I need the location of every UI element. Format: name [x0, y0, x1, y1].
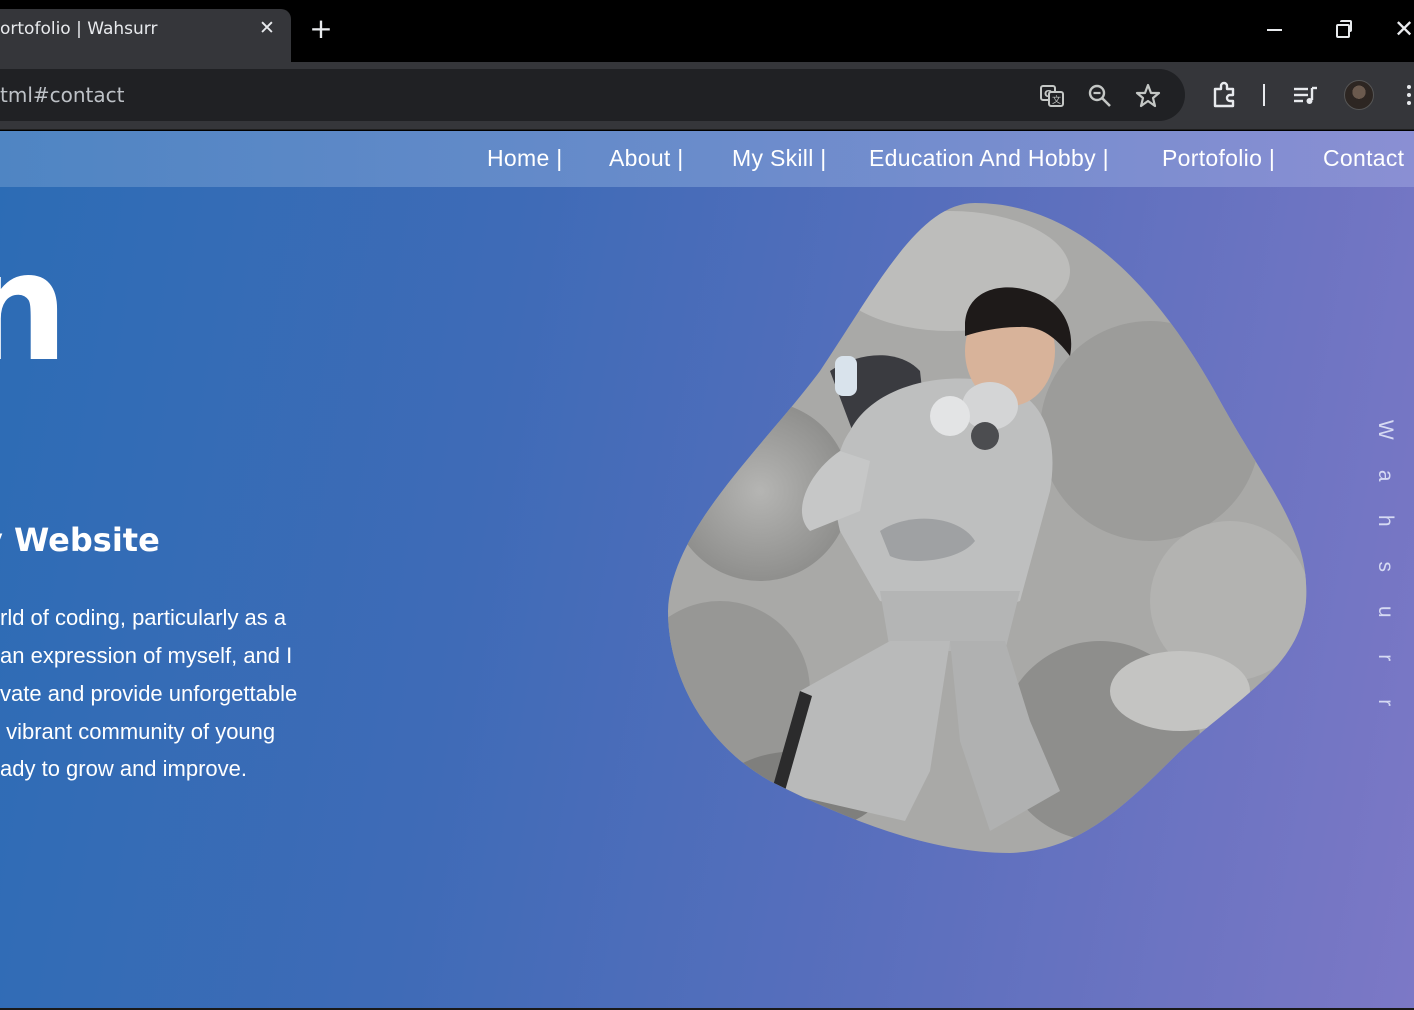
hero-paragraph-line: vate and provide unforgettable — [0, 681, 298, 706]
nav-education-and-hobby[interactable]: Education And Hobby | — [869, 145, 1109, 172]
tab-strip: ortofolio | Wahsurr ✕ + ✕ — [0, 0, 1414, 62]
new-tab-button[interactable]: + — [307, 15, 335, 44]
toolbar-divider — [1263, 84, 1265, 106]
nav-my-skill[interactable]: My Skill | — [732, 145, 827, 172]
close-tab-icon[interactable]: ✕ — [256, 17, 278, 39]
profile-avatar[interactable] — [1344, 80, 1374, 110]
media-control-icon[interactable] — [1290, 80, 1320, 110]
nav-portofolio[interactable]: Portofolio | — [1162, 145, 1275, 172]
bookmark-star-icon[interactable] — [1134, 82, 1162, 110]
window-close-button[interactable]: ✕ — [1394, 14, 1414, 44]
hero-paragraph-line: ady to grow and improve. — [0, 756, 248, 781]
vertical-name-letter: s — [1373, 561, 1397, 572]
url-text[interactable]: tml#contact — [0, 83, 124, 107]
hero-title: n — [0, 221, 69, 395]
vertical-name-letter: u — [1373, 605, 1397, 618]
kebab-menu-icon[interactable] — [1404, 82, 1414, 108]
vertical-brand-name: W a h s u r r — [1364, 407, 1397, 726]
minimize-button[interactable] — [1260, 14, 1290, 44]
hero-subheading: y Website — [0, 521, 160, 559]
hero-paragraph-line: rld of coding, particularly as a — [0, 605, 287, 630]
vertical-name-letter: r — [1373, 653, 1397, 661]
nav-contact[interactable]: Contact — [1323, 145, 1404, 172]
nav-home[interactable]: Home | — [487, 145, 563, 172]
nav-about[interactable]: About | — [609, 145, 684, 172]
extensions-icon[interactable] — [1210, 80, 1240, 110]
tab-title: ortofolio | Wahsurr — [0, 19, 158, 39]
site-navbar: Home | About | My Skill | Education And … — [0, 131, 1414, 187]
svg-text:文: 文 — [1052, 94, 1061, 106]
vertical-name-letter: W — [1373, 419, 1397, 440]
hero-paragraph-line: vibrant community of young — [0, 719, 276, 744]
browser-tab[interactable]: ortofolio | Wahsurr ✕ — [0, 9, 291, 62]
translate-icon[interactable]: G 文 — [1038, 82, 1066, 110]
vertical-name-letter: a — [1373, 469, 1397, 482]
profile-photo — [668, 203, 1307, 853]
vertical-name-letter: h — [1373, 514, 1397, 527]
portfolio-page: Home | About | My Skill | Education And … — [0, 131, 1414, 1008]
vertical-name-letter: r — [1373, 699, 1397, 707]
browser-toolbar: tml#contact G 文 — [0, 62, 1414, 130]
restore-button[interactable] — [1328, 14, 1358, 44]
zoom-out-icon[interactable] — [1086, 82, 1114, 110]
address-bar[interactable]: tml#contact G 文 — [0, 69, 1185, 121]
hero-paragraph-line: an expression of myself, and I — [0, 643, 293, 668]
